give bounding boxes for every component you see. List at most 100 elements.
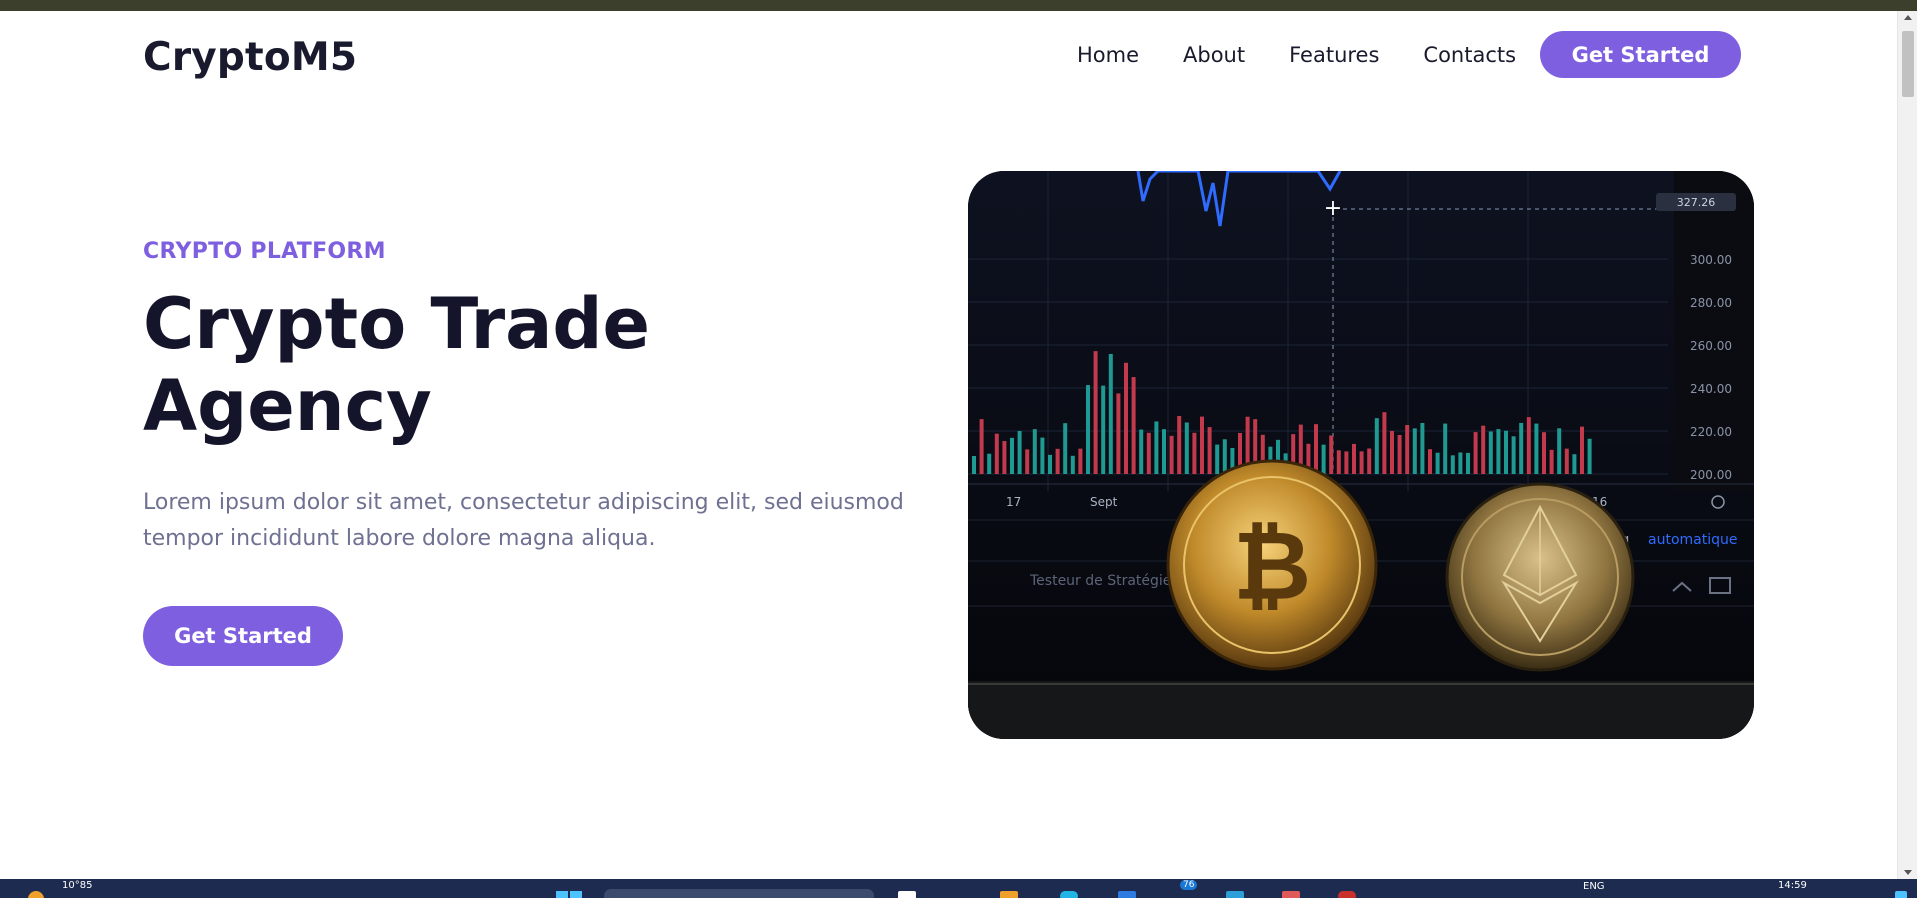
browser-top-strip bbox=[0, 0, 1917, 11]
hero-crypto-image: + 327.26 300.00 280.00 260.00 240.00 220… bbox=[968, 171, 1754, 739]
svg-text:260.00: 260.00 bbox=[1690, 339, 1732, 353]
volume-bar bbox=[1314, 424, 1318, 474]
volume-bar bbox=[1496, 429, 1501, 474]
store-icon[interactable] bbox=[1118, 891, 1136, 898]
weather-text[interactable]: 10°85 bbox=[62, 880, 92, 891]
volume-bar bbox=[1367, 448, 1372, 474]
chrome-icon[interactable] bbox=[1338, 891, 1356, 898]
taskbar-search-box[interactable] bbox=[604, 889, 874, 898]
volume-bar bbox=[1572, 454, 1577, 474]
volume-bar bbox=[1200, 416, 1204, 474]
site-header: CryptoM5 Home About Features Contacts Ge… bbox=[0, 11, 1897, 99]
scroll-down-arrow-icon[interactable] bbox=[1904, 870, 1912, 875]
folder-icon[interactable] bbox=[1000, 891, 1018, 898]
notifications-icon[interactable] bbox=[1895, 891, 1907, 898]
volume-bar bbox=[1435, 452, 1440, 474]
volume-bar bbox=[1124, 362, 1128, 474]
volume-bar bbox=[1458, 452, 1463, 474]
notification-badge: 76 bbox=[1180, 880, 1198, 890]
volume-bar bbox=[1557, 428, 1562, 474]
ethereum-coin bbox=[1445, 482, 1635, 672]
volume-bar bbox=[1488, 431, 1493, 474]
mail-icon[interactable] bbox=[1282, 891, 1300, 898]
volume-bar bbox=[1466, 452, 1470, 474]
nav-link-contacts[interactable]: Contacts bbox=[1423, 43, 1516, 67]
volume-bar bbox=[1473, 432, 1478, 474]
main-nav: Home About Features Contacts bbox=[1077, 43, 1560, 67]
volume-bar bbox=[1169, 435, 1174, 474]
page-scrollbar[interactable] bbox=[1897, 11, 1917, 879]
volume-bar bbox=[1405, 424, 1410, 474]
language-indicator[interactable]: ENG bbox=[1583, 881, 1605, 892]
volume-bar bbox=[972, 456, 976, 474]
volume-bar bbox=[1055, 448, 1060, 474]
volume-bar bbox=[1101, 385, 1106, 474]
volume-bar bbox=[1207, 427, 1212, 474]
clock[interactable]: 14:59 bbox=[1778, 880, 1807, 891]
volume-bar bbox=[994, 433, 999, 474]
price-marker-label: 327.26 bbox=[1677, 196, 1716, 209]
volume-bar bbox=[1192, 432, 1197, 474]
volume-bar bbox=[1549, 449, 1554, 474]
volume-bar bbox=[1146, 432, 1151, 474]
volume-bar bbox=[1542, 432, 1546, 474]
volume-bar bbox=[1481, 425, 1486, 474]
volume-bar bbox=[1093, 351, 1098, 474]
os-taskbar: 10°85 76 ENG 14:59 bbox=[0, 879, 1917, 898]
volume-bar bbox=[1587, 438, 1592, 474]
scrollbar-thumb[interactable] bbox=[1902, 31, 1914, 97]
start-button-icon[interactable] bbox=[556, 891, 582, 898]
svg-text:200.00: 200.00 bbox=[1690, 468, 1732, 482]
volume-bar bbox=[1374, 418, 1379, 474]
volume-bar bbox=[1184, 422, 1189, 474]
volume-bar bbox=[1526, 417, 1531, 474]
scroll-up-arrow-icon[interactable] bbox=[1904, 15, 1912, 20]
volume-bar bbox=[1078, 448, 1083, 474]
volume-bar bbox=[1162, 429, 1166, 474]
volume-bar bbox=[1002, 441, 1007, 474]
volume-bar bbox=[1329, 435, 1334, 474]
volume-bar bbox=[1010, 437, 1014, 474]
volume-bar bbox=[1412, 428, 1417, 474]
svg-text:+: + bbox=[1324, 196, 1342, 221]
volume-bar bbox=[1519, 422, 1524, 474]
svg-text:17: 17 bbox=[1006, 495, 1021, 509]
nav-link-features[interactable]: Features bbox=[1289, 43, 1379, 67]
svg-text:300.00: 300.00 bbox=[1690, 253, 1732, 267]
volume-bar bbox=[1063, 423, 1068, 474]
svg-text:280.00: 280.00 bbox=[1690, 296, 1732, 310]
volume-bar bbox=[1177, 416, 1182, 474]
volume-bar bbox=[1025, 449, 1030, 474]
volume-bar bbox=[1420, 422, 1425, 474]
volume-bar bbox=[1352, 443, 1356, 474]
hero-eyebrow: CRYPTO PLATFORM bbox=[143, 239, 386, 264]
volume-bar bbox=[1390, 430, 1394, 474]
crypto-chart-photo: + 327.26 300.00 280.00 260.00 240.00 220… bbox=[968, 171, 1754, 739]
edge-icon[interactable] bbox=[1060, 891, 1078, 898]
header-get-started-button[interactable]: Get Started bbox=[1540, 31, 1741, 78]
svg-text:automatique: automatique bbox=[1648, 532, 1737, 548]
volume-bar bbox=[987, 453, 992, 474]
volume-bar bbox=[1040, 437, 1045, 474]
volume-bar bbox=[1428, 449, 1432, 474]
nav-link-home[interactable]: Home bbox=[1077, 43, 1139, 67]
hero-title: Crypto Trade Agency bbox=[143, 283, 843, 447]
volume-bar bbox=[1359, 451, 1364, 474]
site-logo[interactable]: CryptoM5 bbox=[143, 35, 357, 80]
file-explorer-icon[interactable] bbox=[898, 891, 916, 898]
volume-bar bbox=[1564, 448, 1569, 474]
keyboard-surface bbox=[968, 681, 1754, 739]
volume-bar bbox=[1397, 434, 1402, 474]
volume-bar bbox=[1504, 430, 1508, 474]
weather-icon[interactable] bbox=[28, 891, 44, 898]
app-icon[interactable] bbox=[1226, 891, 1244, 898]
volume-bar bbox=[1336, 450, 1341, 474]
hero-description: Lorem ipsum dolor sit amet, consectetur … bbox=[143, 485, 913, 557]
volume-bar bbox=[1116, 393, 1121, 474]
hero-get-started-button[interactable]: Get Started bbox=[143, 606, 343, 666]
nav-link-about[interactable]: About bbox=[1183, 43, 1245, 67]
volume-bar bbox=[1382, 412, 1387, 474]
volume-bar bbox=[1534, 423, 1539, 474]
price-axis-panel bbox=[1674, 171, 1754, 491]
volume-bar bbox=[1048, 454, 1052, 474]
